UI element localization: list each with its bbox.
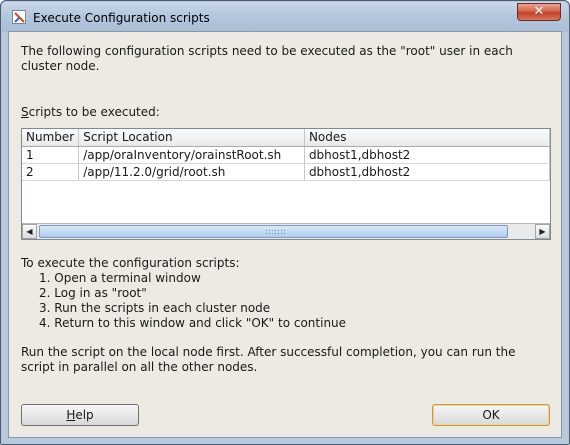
table-header-row: Number Script Location Nodes <box>22 129 551 147</box>
instruction-step: 3. Run the scripts in each cluster node <box>39 301 271 315</box>
intro-text: The following configuration scripts need… <box>21 44 513 73</box>
help-button-mnemonic: H <box>66 408 76 422</box>
dialog-window: Execute Configuration scripts ✕ The foll… <box>0 0 570 445</box>
ok-button[interactable]: OK <box>432 404 550 426</box>
help-button[interactable]: Help <box>21 404 139 426</box>
row-number-cell: 1 <box>22 146 80 164</box>
final-note: Run the script on the local node first. … <box>21 345 516 374</box>
close-icon[interactable]: ✕ <box>517 3 561 21</box>
oracle-installer-icon <box>12 10 26 24</box>
scripts-label-rest: cripts to be executed: <box>28 105 160 119</box>
scripts-label: Scripts to be executed: <box>21 105 160 119</box>
row-number-cell: 2 <box>22 163 80 181</box>
column-header-script-location[interactable]: Script Location <box>78 129 305 147</box>
instructions-title: To execute the configuration scripts: <box>21 256 240 270</box>
column-header-number[interactable]: Number <box>22 129 80 147</box>
help-button-label: elp <box>75 408 94 422</box>
scroll-left-arrow-icon[interactable]: ◀ <box>22 224 37 239</box>
column-header-nodes[interactable]: Nodes <box>304 129 551 147</box>
table-row[interactable]: 2 /app/11.2.0/grid/root.sh dbhost1,dbhos… <box>22 163 551 181</box>
script-location-cell: /app/oraInventory/orainstRoot.sh <box>78 146 305 164</box>
nodes-cell: dbhost1,dbhost2 <box>304 163 551 181</box>
title-bar[interactable]: Execute Configuration scripts ✕ <box>2 2 568 32</box>
instruction-step: 2. Log in as "root" <box>39 286 147 300</box>
scrollbar-thumb[interactable] <box>39 225 508 238</box>
horizontal-scrollbar[interactable]: ◀ ▶ <box>22 223 550 239</box>
table-row[interactable]: 1 /app/oraInventory/orainstRoot.sh dbhos… <box>22 146 551 164</box>
script-location-cell: /app/11.2.0/grid/root.sh <box>78 163 305 181</box>
instruction-step: 1. Open a terminal window <box>39 271 201 285</box>
nodes-cell: dbhost1,dbhost2 <box>304 146 551 164</box>
dialog-body: The following configuration scripts need… <box>8 31 562 438</box>
scripts-table[interactable]: Number Script Location Nodes 1 /app/oraI… <box>21 128 551 240</box>
window-title: Execute Configuration scripts <box>33 11 210 25</box>
scrollbar-grip-icon <box>265 229 285 235</box>
instruction-step: 4. Return to this window and click "OK" … <box>39 316 347 330</box>
scroll-right-arrow-icon[interactable]: ▶ <box>535 224 550 239</box>
scripts-label-mnemonic: S <box>21 105 29 119</box>
